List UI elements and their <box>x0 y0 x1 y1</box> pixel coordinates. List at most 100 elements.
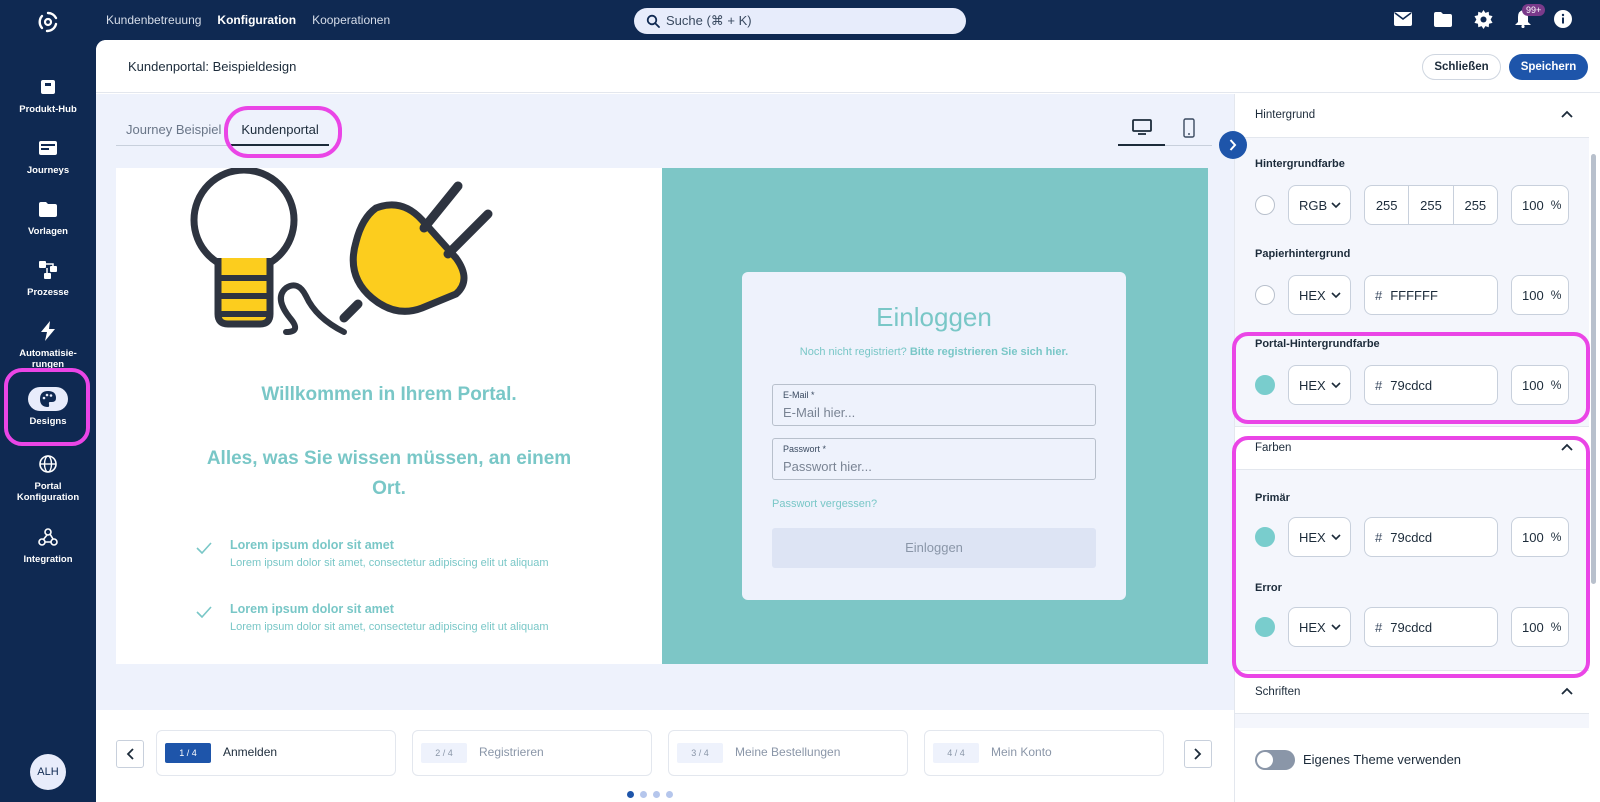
gear-icon[interactable] <box>1472 8 1494 30</box>
save-button[interactable]: Speichern <box>1509 54 1588 80</box>
palette-icon <box>28 387 68 411</box>
chevron-down-icon <box>1331 624 1341 631</box>
topnav-kooperationen[interactable]: Kooperationen <box>312 13 390 27</box>
error-row: HEX #79cdcd 100% <box>1255 607 1571 647</box>
color-format-select[interactable]: RGB <box>1288 185 1351 225</box>
top-navigation: Kundenbetreuung Konfiguration Kooperatio… <box>106 0 406 40</box>
desktop-icon[interactable] <box>1118 110 1165 146</box>
collapse-panel-button[interactable] <box>1219 131 1247 159</box>
page-header: Kundenportal: Beispieldesign Schließen S… <box>96 40 1600 93</box>
opacity-input[interactable]: 100% <box>1511 365 1569 405</box>
bell-icon[interactable]: 99+ <box>1512 4 1546 30</box>
section-schriften[interactable]: Schriften <box>1235 670 1589 714</box>
login-title: Einloggen <box>876 302 992 332</box>
top-bar: Kundenbetreuung Konfiguration Kooperatio… <box>0 0 1600 40</box>
login-button[interactable]: Einloggen <box>772 528 1096 568</box>
section-farben[interactable]: Farben <box>1235 426 1589 470</box>
login-card: Einloggen Noch nicht registriert? Bitte … <box>742 272 1126 600</box>
password-field[interactable]: Passwort * Passwort hier... <box>772 438 1096 480</box>
schriften-body <box>1235 714 1589 728</box>
section-hintergrund[interactable]: Hintergrund <box>1235 94 1589 138</box>
red-input[interactable]: 255 <box>1365 186 1410 224</box>
check-icon <box>196 606 212 618</box>
search-placeholder: Suche (⌘ + K) <box>666 13 752 28</box>
forgot-password-link[interactable]: Passwort vergessen? <box>772 498 877 510</box>
color-swatch[interactable] <box>1255 195 1275 215</box>
color-swatch[interactable] <box>1255 527 1275 547</box>
search-input[interactable]: Suche (⌘ + K) <box>634 8 966 34</box>
color-format-select[interactable]: HEX <box>1288 275 1351 315</box>
pagination-dot[interactable] <box>653 791 660 798</box>
error-label: Error <box>1255 582 1282 594</box>
sidebar-item-prozesse[interactable]: Prozesse <box>0 258 96 298</box>
color-swatch[interactable] <box>1255 375 1275 395</box>
email-field[interactable]: E-Mail * E-Mail hier... <box>772 384 1096 426</box>
folder-icon <box>28 197 68 221</box>
own-theme-label: Eigenes Theme verwenden <box>1303 752 1462 767</box>
register-link[interactable]: Bitte registrieren Sie sich hier. <box>910 346 1068 358</box>
page-title: Kundenportal: Beispieldesign <box>128 59 297 74</box>
color-format-select[interactable]: HEX <box>1288 607 1351 647</box>
step-anmelden[interactable]: 1 / 4 Anmelden <box>156 730 396 776</box>
own-theme-toggle[interactable] <box>1255 750 1295 770</box>
next-page-button[interactable] <box>1184 740 1212 768</box>
left-sidebar: Produkt-Hub Journeys Vorlagen Prozesse A… <box>0 40 96 802</box>
info-icon[interactable] <box>1552 8 1574 30</box>
chevron-down-icon <box>1331 202 1341 209</box>
prev-page-button[interactable] <box>116 740 144 768</box>
sidebar-item-portal-konfiguration[interactable]: Portal Konfiguration <box>0 452 96 503</box>
opacity-input[interactable]: 100% <box>1511 607 1569 647</box>
opacity-input[interactable]: 100% <box>1511 275 1569 315</box>
panel-scrollbar[interactable] <box>1591 154 1596 584</box>
sidebar-item-journeys[interactable]: Journeys <box>0 136 96 176</box>
primaer-label: Primär <box>1255 492 1290 504</box>
hintergrund-body: Hintergrundfarbe RGB 255 255 255 100% Pa… <box>1235 138 1589 426</box>
topnav-kundenbetreuung[interactable]: Kundenbetreuung <box>106 13 201 27</box>
color-format-select[interactable]: HEX <box>1288 517 1351 557</box>
hex-input[interactable]: #79cdcd <box>1364 517 1498 557</box>
portal-preview: Willkommen in Ihrem Portal. Alles, was S… <box>116 168 1208 664</box>
chevron-up-icon <box>1561 687 1573 695</box>
tab-journey-beispiel[interactable]: Journey Beispiel <box>116 110 231 146</box>
app-logo-icon[interactable] <box>36 10 60 34</box>
rgb-inputs: 255 255 255 <box>1364 185 1498 225</box>
close-button[interactable]: Schließen <box>1422 54 1501 80</box>
topnav-konfiguration[interactable]: Konfiguration <box>217 13 296 27</box>
avatar[interactable]: ALH <box>30 754 66 790</box>
sidebar-item-integration[interactable]: Integration <box>0 525 96 565</box>
step-registrieren[interactable]: 2 / 4 Registrieren <box>412 730 652 776</box>
color-swatch[interactable] <box>1255 285 1275 305</box>
chevron-right-icon <box>1194 748 1202 760</box>
opacity-input[interactable]: 100% <box>1511 517 1569 557</box>
pagination-dot[interactable] <box>666 791 673 798</box>
opacity-input[interactable]: 100% <box>1511 185 1569 225</box>
welcome-subheading: Alles, was Sie wissen müssen, an einem O… <box>206 448 572 499</box>
step-meine-bestellungen[interactable]: 3 / 4 Meine Bestellungen <box>668 730 908 776</box>
chevron-down-icon <box>1331 292 1341 299</box>
color-format-select[interactable]: HEX <box>1288 365 1351 405</box>
sidebar-item-automatisierungen[interactable]: Automatisie-rungen <box>0 319 96 370</box>
preview-tabs: Journey Beispiel Kundenportal <box>116 110 329 146</box>
sidebar-item-produkt-hub[interactable]: Produkt-Hub <box>0 75 96 115</box>
welcome-heading: Willkommen in Ihrem Portal. <box>261 384 517 405</box>
tab-kundenportal[interactable]: Kundenportal <box>231 110 329 146</box>
page-stepper: 1 / 4 Anmelden 2 / 4 Registrieren 3 / 4 … <box>96 710 1234 802</box>
color-swatch[interactable] <box>1255 617 1275 637</box>
pagination-dot[interactable] <box>640 791 647 798</box>
mail-icon[interactable] <box>1392 8 1414 30</box>
hex-input[interactable]: #79cdcd <box>1364 607 1498 647</box>
hintergrundfarbe-row: RGB 255 255 255 100% <box>1255 185 1571 225</box>
green-input[interactable]: 255 <box>1409 186 1454 224</box>
primaer-row: HEX #79cdcd 100% <box>1255 517 1571 557</box>
pagination-dots <box>627 791 673 798</box>
sidebar-item-designs[interactable]: Designs <box>0 387 96 427</box>
hex-input[interactable]: #79cdcd <box>1364 365 1498 405</box>
folder-icon[interactable] <box>1432 8 1454 30</box>
blue-input[interactable]: 255 <box>1454 186 1497 224</box>
device-switch <box>1118 110 1212 146</box>
pagination-dot[interactable] <box>627 791 634 798</box>
step-mein-konto[interactable]: 4 / 4 Mein Konto <box>924 730 1164 776</box>
hex-input[interactable]: # FFFFFF <box>1364 275 1498 315</box>
sidebar-item-vorlagen[interactable]: Vorlagen <box>0 197 96 237</box>
mobile-icon[interactable] <box>1165 110 1212 146</box>
